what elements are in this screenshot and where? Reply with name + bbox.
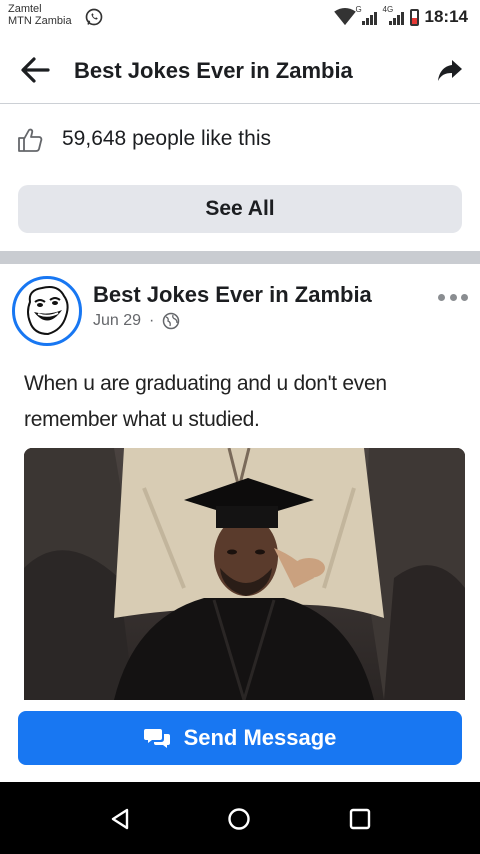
- bottom-action-bar: Send Message: [0, 700, 480, 782]
- wifi-icon: [333, 8, 356, 26]
- signal-icon: G: [356, 5, 377, 25]
- post-text: When u are graduating and u don't even r…: [24, 372, 387, 431]
- meta-separator: ·: [149, 312, 155, 329]
- post-header: Best Jokes Ever in Zambia Jun 29 ·: [0, 264, 480, 352]
- likes-count: 59,648 people like this: [62, 127, 271, 150]
- post-image[interactable]: [24, 448, 465, 700]
- clock: 18:14: [424, 7, 468, 26]
- chat-bubbles-icon: [143, 729, 170, 748]
- see-all-button[interactable]: See All: [18, 185, 462, 233]
- nav-recent-apps-icon[interactable]: [349, 808, 371, 830]
- more-options-icon[interactable]: [438, 290, 468, 304]
- thumbs-up-icon: [18, 128, 43, 152]
- app-header: Best Jokes Ever in Zambia: [0, 36, 480, 104]
- send-message-button[interactable]: Send Message: [18, 711, 462, 765]
- avatar[interactable]: [12, 276, 82, 346]
- meme-face-icon: [18, 282, 76, 340]
- status-bar: Zamtel MTN Zambia G 4G 18:14: [0, 0, 480, 36]
- carrier-info: Zamtel MTN Zambia: [8, 3, 72, 27]
- globe-icon: [163, 312, 180, 330]
- post-meta: Jun 29 ·: [93, 312, 180, 330]
- network-type-2: 4G: [382, 5, 394, 14]
- carrier-name-1: Zamtel: [8, 3, 42, 15]
- status-icons: G 4G 18:14: [333, 5, 468, 28]
- nav-back-icon[interactable]: [108, 807, 132, 831]
- post-date[interactable]: Jun 29: [93, 312, 141, 330]
- signal-icon-2: 4G: [383, 5, 404, 25]
- section-divider: [0, 251, 480, 264]
- system-nav-bar: [0, 782, 480, 854]
- battery-icon: [409, 8, 419, 26]
- page-title: Best Jokes Ever in Zambia: [74, 58, 353, 83]
- nav-home-icon[interactable]: [227, 807, 251, 831]
- share-arrow-icon[interactable]: [436, 56, 464, 84]
- send-message-label: Send Message: [183, 725, 337, 750]
- arrow-left-icon[interactable]: [18, 54, 52, 86]
- graduation-photo: [24, 448, 465, 700]
- network-type-1: G: [355, 5, 362, 14]
- post-author[interactable]: Best Jokes Ever in Zambia: [93, 282, 372, 308]
- carrier-name-2: MTN Zambia: [8, 15, 72, 27]
- whatsapp-icon: [85, 8, 103, 26]
- page-likes: 59,648 people like this: [0, 120, 480, 160]
